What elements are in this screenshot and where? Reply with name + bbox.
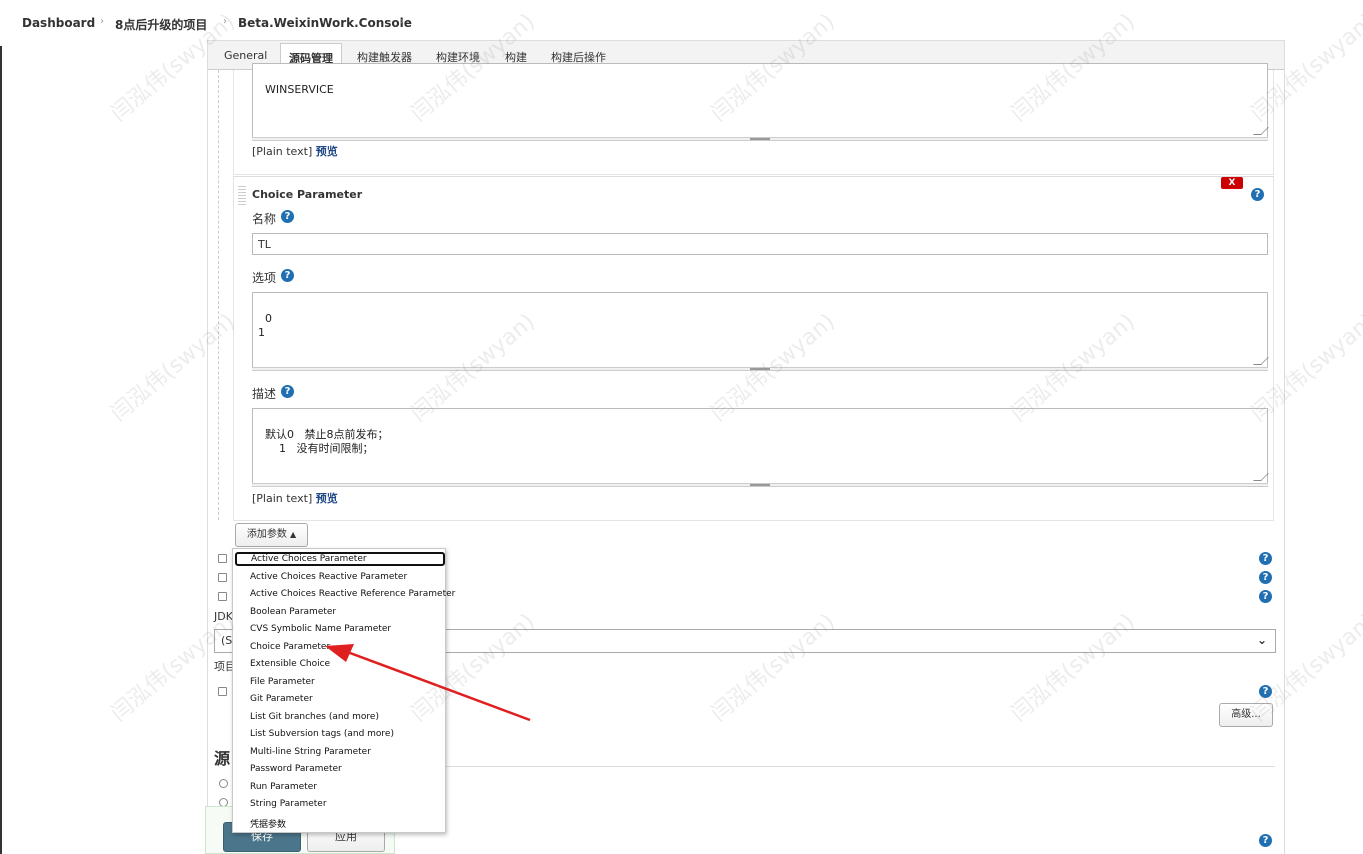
- description-textarea[interactable]: 默认0 禁止8点前发布； 1 没有时间限制；: [252, 408, 1269, 484]
- scm-radio[interactable]: [219, 779, 228, 788]
- section-heading: 源: [214, 749, 231, 768]
- menu-item-active-choices[interactable]: Active Choices Parameter: [235, 552, 445, 566]
- option-checkbox[interactable]: [218, 687, 227, 696]
- choices-text: 0 1: [258, 312, 272, 339]
- name-field[interactable]: TL: [252, 233, 1268, 255]
- add-parameter-label: 添加参数: [246, 529, 287, 540]
- preview-link[interactable]: 预览: [316, 145, 338, 158]
- breadcrumb-separator[interactable]: ›: [223, 16, 227, 27]
- delete-parameter-button[interactable]: X: [1221, 177, 1243, 189]
- textarea-drag-bar[interactable]: [252, 137, 1268, 141]
- previous-param-textarea[interactable]: WINSERVICE: [252, 63, 1269, 138]
- caret-up-icon: ▲: [290, 530, 297, 539]
- breadcrumb-dashboard[interactable]: Dashboard: [22, 16, 95, 30]
- menu-item-choice[interactable]: Choice Parameter: [250, 642, 330, 652]
- plain-text-label: [Plain text]: [252, 145, 313, 158]
- textarea-drag-bar[interactable]: [252, 367, 1268, 371]
- menu-item-file[interactable]: File Parameter: [250, 677, 315, 687]
- description-text: 默认0 禁止8点前发布； 1 没有时间限制；: [265, 428, 389, 455]
- jdk-select-value: (S: [221, 634, 233, 647]
- breadcrumb-job[interactable]: Beta.WeixinWork.Console: [238, 16, 412, 30]
- plain-text-hint: [Plain text] 预览: [252, 143, 338, 159]
- drag-handle-icon[interactable]: [238, 186, 246, 206]
- advanced-button[interactable]: 高级...: [1219, 703, 1273, 727]
- menu-item-run[interactable]: Run Parameter: [250, 782, 317, 792]
- choices-textarea[interactable]: 0 1: [252, 292, 1269, 368]
- menu-item-git[interactable]: Git Parameter: [250, 694, 313, 704]
- annotation-arrow: [325, 644, 531, 722]
- plain-text-label: [Plain text]: [252, 492, 313, 505]
- name-label: 名称: [252, 212, 277, 226]
- param-guide-line: [218, 70, 219, 520]
- textarea-drag-bar[interactable]: [252, 483, 1268, 487]
- menu-item-string[interactable]: String Parameter: [250, 799, 327, 809]
- menu-item-credentials[interactable]: 凭据参数: [250, 817, 286, 830]
- help-icon[interactable]: ?: [281, 385, 294, 398]
- previous-param-text: WINSERVICE: [265, 83, 334, 96]
- help-icon[interactable]: ?: [1259, 552, 1272, 565]
- left-edge-rule: [0, 10, 2, 854]
- chevron-down-icon: ⌄: [1256, 633, 1267, 647]
- option-checkbox[interactable]: [218, 554, 227, 563]
- menu-item-boolean[interactable]: Boolean Parameter: [250, 607, 336, 617]
- help-icon[interactable]: ?: [1259, 571, 1272, 584]
- menu-item-list-subversion-tags[interactable]: List Subversion tags (and more): [250, 729, 394, 739]
- help-icon[interactable]: ?: [1259, 685, 1272, 698]
- help-icon[interactable]: ?: [1259, 834, 1272, 847]
- preview-link[interactable]: 预览: [316, 492, 338, 505]
- help-icon[interactable]: ?: [281, 269, 294, 282]
- option-checkbox[interactable]: [218, 573, 227, 582]
- breadcrumb-folder[interactable]: 8点后升级的项目: [115, 16, 207, 33]
- resize-handle-icon[interactable]: [1253, 473, 1269, 481]
- plain-text-hint: [Plain text] 预览: [252, 490, 338, 506]
- resize-handle-icon[interactable]: [1253, 127, 1269, 135]
- menu-item-cvs-symbolic-name[interactable]: CVS Symbolic Name Parameter: [250, 624, 391, 634]
- arrow-shaft: [341, 648, 531, 722]
- description-label: 描述: [252, 387, 277, 401]
- menu-item-password[interactable]: Password Parameter: [250, 764, 342, 774]
- menu-item-extensible-choice[interactable]: Extensible Choice: [250, 659, 330, 669]
- menu-item-active-choices-reactive-reference[interactable]: Active Choices Reactive Reference Parame…: [250, 589, 455, 599]
- help-icon[interactable]: ?: [1251, 188, 1264, 201]
- menu-item-active-choices-reactive[interactable]: Active Choices Reactive Parameter: [250, 572, 407, 582]
- choices-label: 选项: [252, 271, 277, 285]
- arrow-head: [325, 644, 354, 662]
- resize-handle-icon[interactable]: [1253, 357, 1269, 365]
- jdk-label: JDK: [214, 610, 233, 623]
- breadcrumb-separator[interactable]: ›: [100, 16, 104, 27]
- parameter-title: Choice Parameter: [252, 188, 363, 201]
- tab-general[interactable]: General: [224, 49, 267, 62]
- breadcrumb-separator[interactable]: ›: [400, 16, 404, 27]
- option-checkbox[interactable]: [218, 592, 227, 601]
- menu-item-multiline-string[interactable]: Multi-line String Parameter: [250, 747, 371, 757]
- add-parameter-button[interactable]: 添加参数 ▲: [235, 523, 308, 547]
- help-icon[interactable]: ?: [1259, 590, 1272, 603]
- help-icon[interactable]: ?: [281, 210, 294, 223]
